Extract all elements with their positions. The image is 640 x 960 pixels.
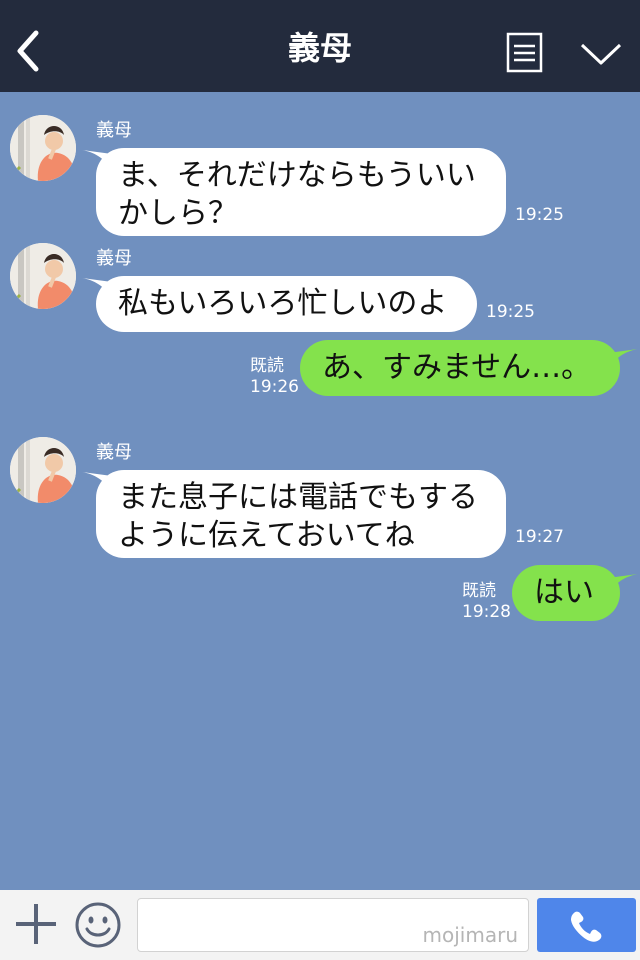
read-label: 既読 xyxy=(462,581,496,601)
plus-icon xyxy=(16,904,56,944)
message-bubble-incoming[interactable]: また息子には電話でもする ように伝えておいてね xyxy=(96,470,506,558)
avatar[interactable] xyxy=(10,243,76,309)
call-button[interactable] xyxy=(537,898,636,952)
avatar-photo-icon xyxy=(10,437,76,503)
message-line: ように伝えておいてね xyxy=(118,518,415,553)
message-line: はい xyxy=(534,575,594,610)
message-time: 19:26 xyxy=(250,377,299,397)
message-bubble-incoming[interactable]: ま、それだけならもういい かしら？ xyxy=(96,148,506,236)
message-bubble-incoming[interactable]: 私もいろいろ忙しいのよ xyxy=(96,276,477,332)
chat-area[interactable]: 義母 ま、それだけならもういい かしら？ 19:25 義母 私もいろいろ忙しいの… xyxy=(0,92,640,890)
message-time: 19:28 xyxy=(462,602,511,622)
sender-name: 義母 xyxy=(96,120,132,141)
chevron-down-icon xyxy=(580,43,622,65)
chat-header: 義母 xyxy=(0,0,640,92)
message-line: 私もいろいろ忙しいのよ xyxy=(118,286,448,321)
avatar[interactable] xyxy=(10,115,76,181)
notes-button[interactable] xyxy=(505,32,545,74)
message-line: また息子には電話でもする xyxy=(118,480,478,515)
back-button[interactable] xyxy=(10,26,50,76)
avatar-photo-icon xyxy=(10,243,76,309)
sender-name: 義母 xyxy=(96,442,132,463)
message-line: あ、すみません…。 xyxy=(322,350,592,385)
add-button[interactable] xyxy=(14,902,58,946)
chevron-left-icon xyxy=(17,30,39,72)
read-receipt: 既読 19:26 xyxy=(250,356,299,398)
avatar[interactable] xyxy=(10,437,76,503)
menu-toggle-button[interactable] xyxy=(578,36,624,70)
read-label: 既読 xyxy=(250,356,284,376)
read-receipt: 既読 19:28 xyxy=(462,581,511,623)
message-time: 19:25 xyxy=(515,205,564,225)
emoji-button[interactable] xyxy=(74,901,122,949)
message-bubble-outgoing[interactable]: あ、すみません…。 xyxy=(300,340,620,396)
message-line: かしら？ xyxy=(118,196,238,231)
watermark-text: mojimaru xyxy=(422,923,518,947)
message-input[interactable]: mojimaru xyxy=(137,898,529,952)
message-line: ま、それだけならもういい xyxy=(118,158,476,193)
input-bar: mojimaru xyxy=(0,890,640,960)
notes-icon xyxy=(506,32,543,73)
sender-name: 義母 xyxy=(96,248,132,269)
message-bubble-outgoing[interactable]: はい xyxy=(512,565,620,621)
message-time: 19:27 xyxy=(515,527,564,547)
phone-icon xyxy=(571,911,602,942)
message-time: 19:25 xyxy=(486,302,535,322)
emoji-icon xyxy=(75,902,121,948)
avatar-photo-icon xyxy=(10,115,76,181)
